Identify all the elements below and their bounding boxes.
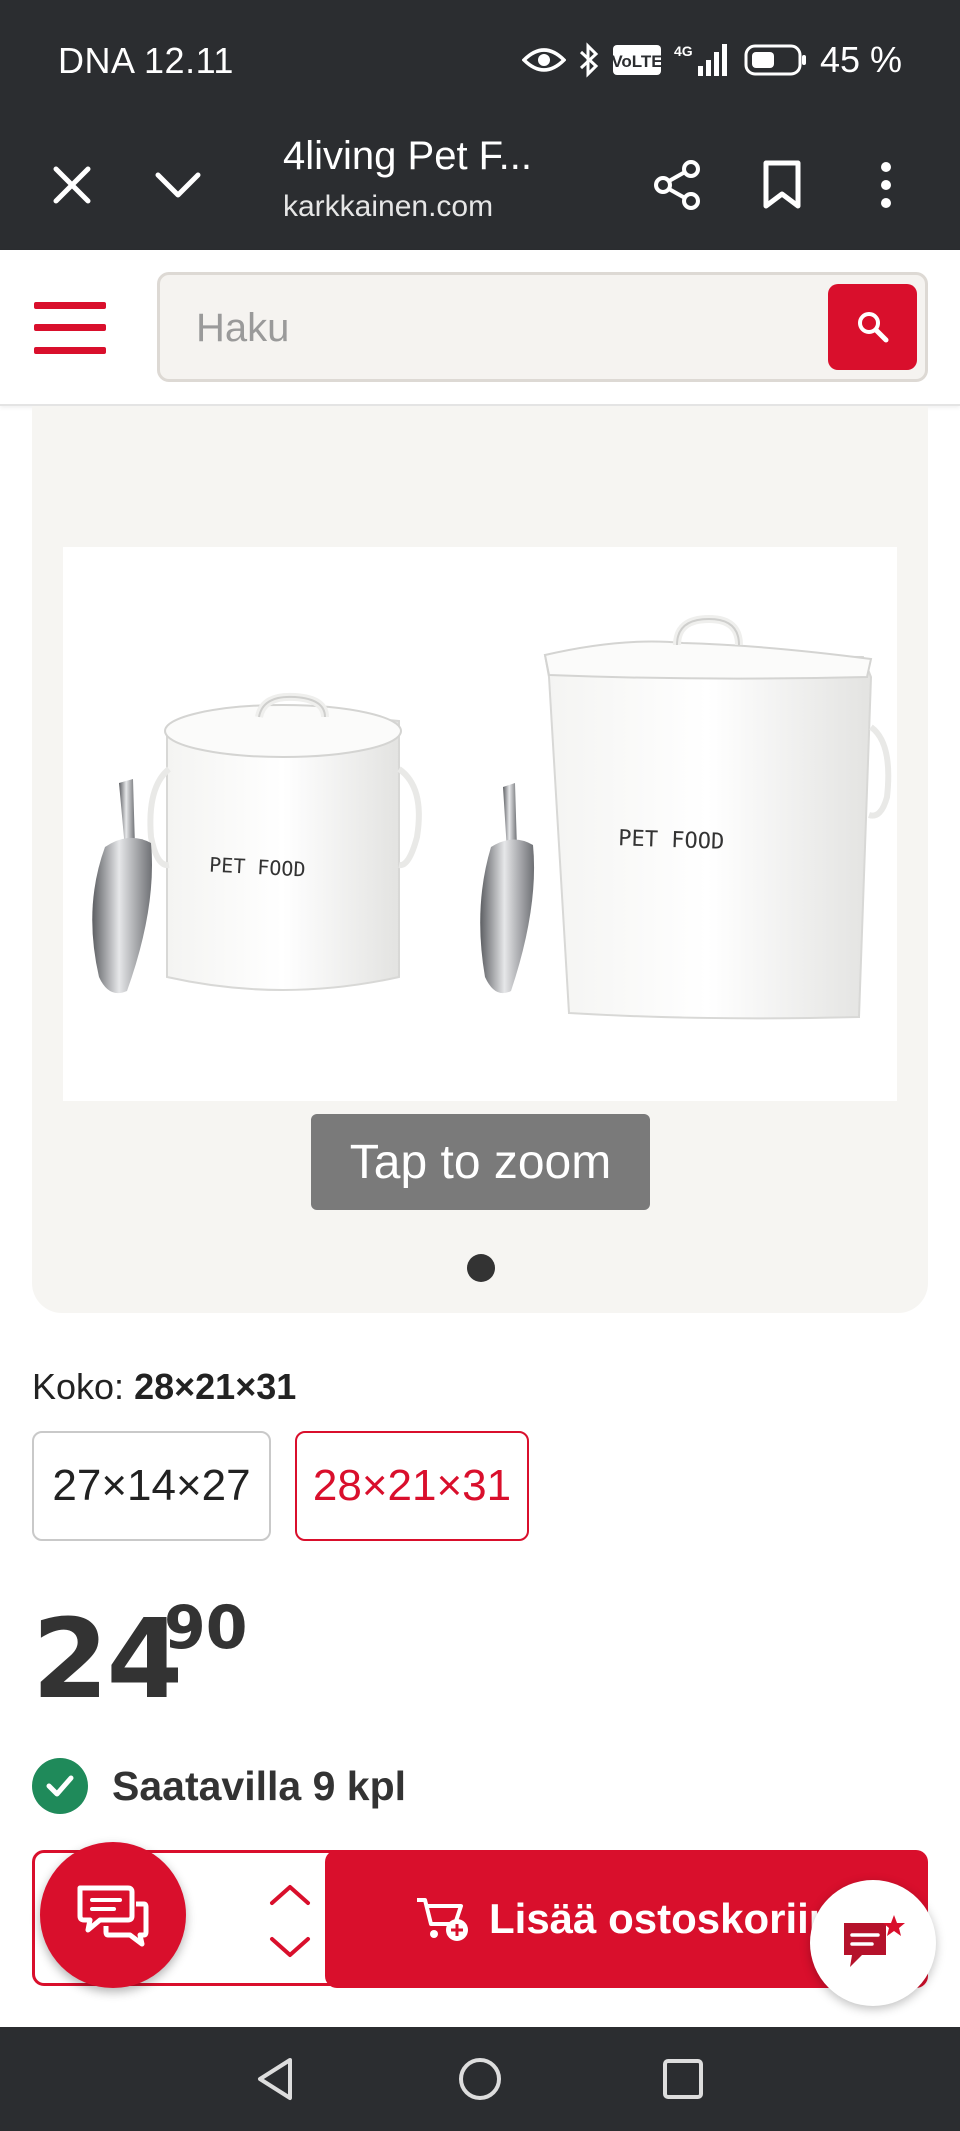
size-label: Koko: 28×21×31	[32, 1366, 296, 1408]
price-cents: 90	[164, 1593, 248, 1663]
nav-back-icon[interactable]	[245, 2049, 305, 2109]
chat-button[interactable]	[40, 1842, 186, 1988]
browser-toolbar: 4living Pet F... karkkainen.com	[0, 120, 960, 250]
volte-icon: VoLTE	[612, 43, 662, 77]
chevron-down-icon[interactable]	[270, 1937, 310, 1957]
chat-icon	[77, 1885, 149, 1947]
carrier-time: DNA 12.11	[58, 40, 234, 81]
size-selected-value: 28×21×31	[134, 1366, 297, 1407]
bookmark-icon[interactable]	[750, 153, 814, 217]
size-option-selected[interactable]: 28×21×31	[295, 1431, 529, 1541]
tap-to-zoom-label[interactable]: Tap to zoom	[311, 1114, 650, 1210]
nav-recents-icon[interactable]	[653, 2049, 713, 2109]
share-icon[interactable]	[645, 153, 709, 217]
large-tin-label: PET FOOD	[618, 826, 725, 855]
chevron-up-icon[interactable]	[270, 1885, 310, 1905]
search-button[interactable]	[828, 284, 917, 370]
battery-percent: 45 %	[819, 39, 902, 80]
feedback-button[interactable]	[810, 1880, 936, 2006]
svg-text:VoLTE: VoLTE	[612, 52, 662, 71]
availability-text: Saatavilla 9 kpl	[112, 1762, 407, 1809]
search-icon	[857, 312, 888, 343]
small-tin-label: PET FOOD	[209, 853, 306, 882]
close-icon[interactable]	[40, 153, 104, 217]
network-label: 4G	[674, 43, 693, 59]
feedback-icon	[844, 1915, 905, 1967]
search-input[interactable]	[196, 303, 756, 353]
size-option[interactable]: 27×14×27	[32, 1431, 271, 1541]
chevron-down-icon[interactable]	[146, 153, 210, 217]
more-vert-icon[interactable]	[854, 153, 918, 217]
price-whole: 24	[32, 1595, 183, 1723]
availability: Saatavilla 9 kpl	[32, 1758, 406, 1814]
small-tin: PET FOOD	[147, 692, 422, 991]
nav-home-icon[interactable]	[450, 2049, 510, 2109]
status-bar: DNA 12.11 VoLTE 4G 45 %	[0, 0, 960, 120]
price: 24 90	[32, 1593, 248, 1723]
tab-url[interactable]: karkkainen.com	[283, 190, 493, 224]
small-scoop	[92, 779, 152, 994]
status-icons: VoLTE 4G 45 %	[521, 38, 902, 82]
system-nav-bar	[0, 2027, 960, 2131]
menu-icon[interactable]	[34, 302, 106, 354]
large-scoop	[480, 783, 535, 994]
signal-icon: 4G	[674, 42, 732, 78]
large-tin: PET FOOD	[543, 614, 892, 1020]
search-box	[157, 272, 928, 382]
tab-title[interactable]: 4living Pet F...	[283, 134, 532, 179]
site-header	[0, 250, 960, 406]
check-icon	[32, 1758, 88, 1814]
size-label-prefix: Koko:	[32, 1366, 125, 1407]
gallery-dot-indicator[interactable]	[467, 1254, 495, 1282]
battery-icon	[744, 43, 808, 77]
product-gallery: PET FOOD PET FOOD Tap to zoom	[32, 406, 928, 1313]
add-to-cart-label: Lisää ostoskoriin	[489, 1895, 835, 1942]
eye-icon	[521, 45, 566, 75]
product-image[interactable]: PET FOOD PET FOOD	[63, 547, 897, 1101]
bluetooth-icon	[578, 42, 600, 78]
cart-add-icon	[417, 1898, 468, 1941]
